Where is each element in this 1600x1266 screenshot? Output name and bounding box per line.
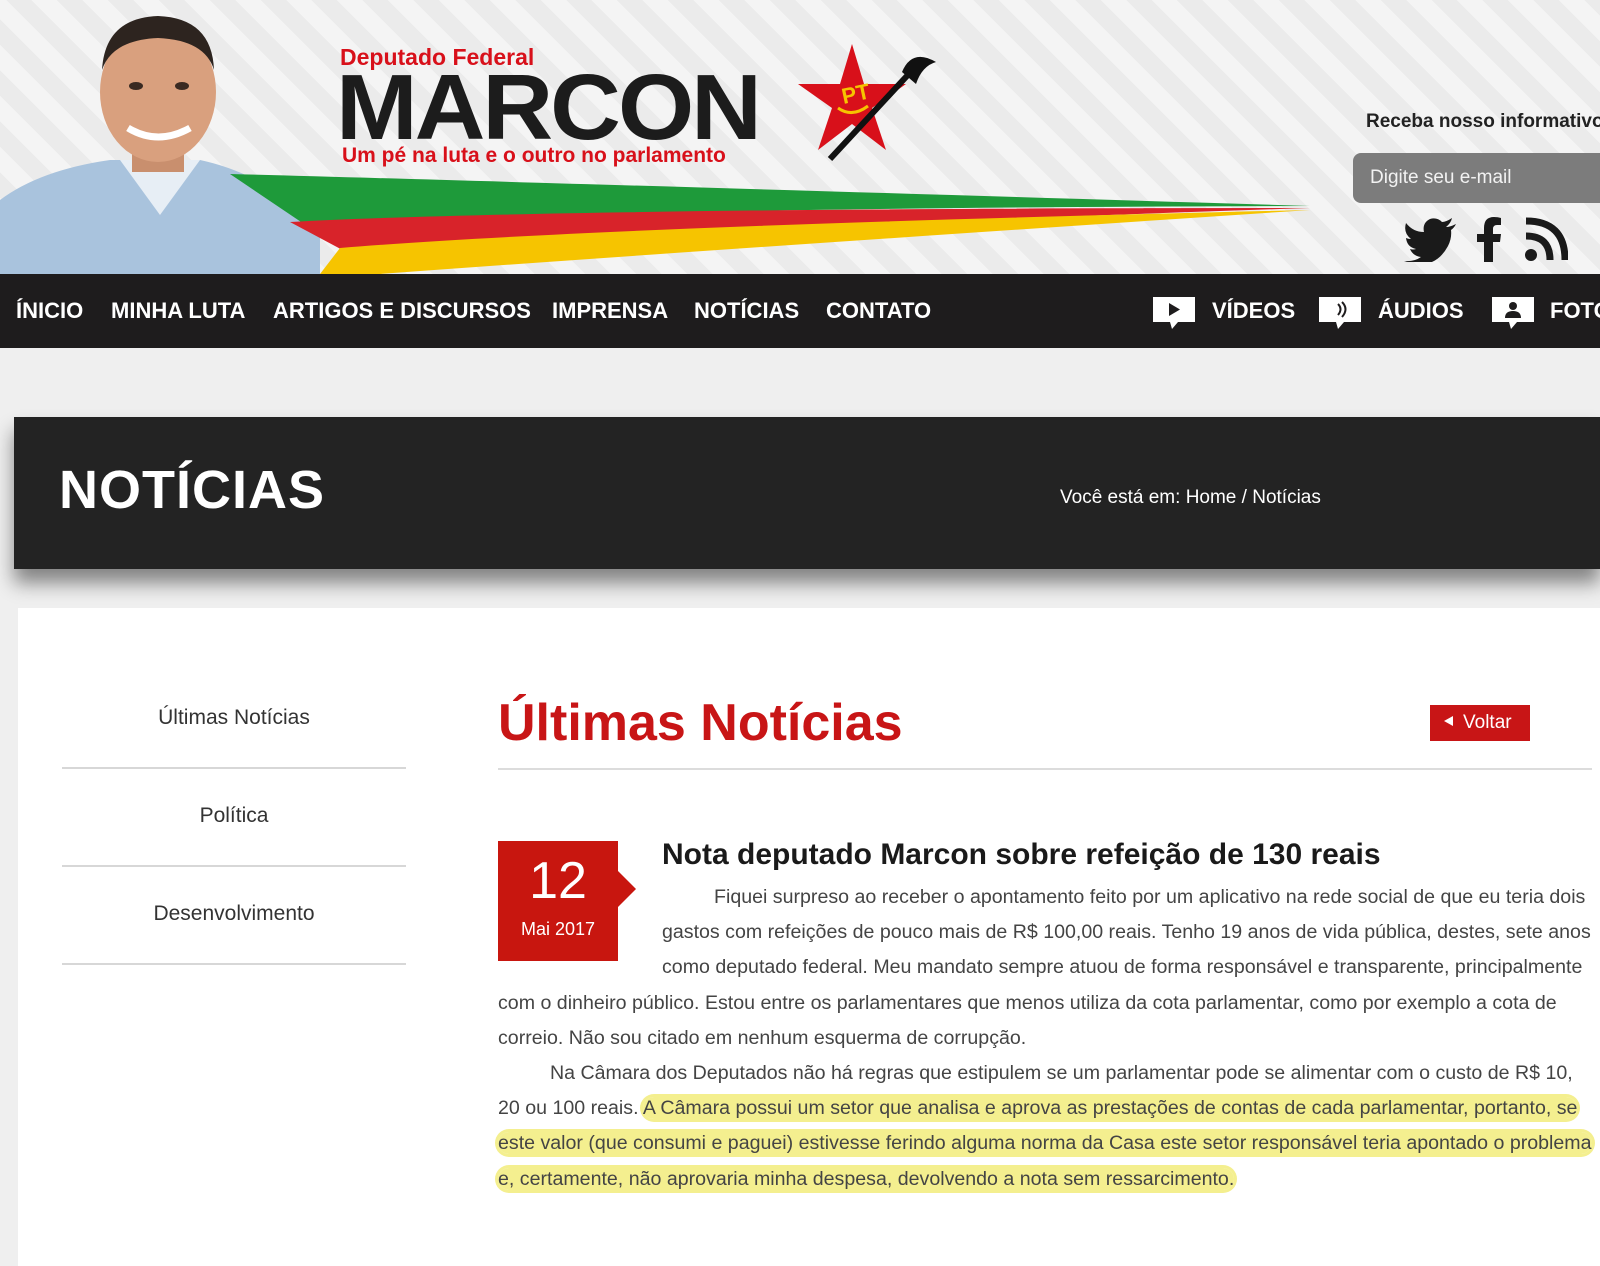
nav-item-inicio[interactable]: ÍNICIO <box>16 274 83 348</box>
sidebar-divider <box>62 963 406 965</box>
site-header: Deputado Federal MARCON Um pé na luta e … <box>0 0 1600 274</box>
nav-item-contato[interactable]: CONTATO <box>826 274 931 348</box>
article-highlighted-text: A Câmara possui um setor que analisa e a… <box>498 1097 1592 1190</box>
sidebar-item-desenvolvimento[interactable]: Desenvolvimento <box>62 902 406 926</box>
pt-star-icon: PT <box>798 44 936 162</box>
page-title-band: NOTÍCIAS Você está em: Home / Notícias <box>14 417 1600 569</box>
nav-item-videos[interactable]: VÍDEOS <box>1212 274 1295 348</box>
person-icon[interactable] <box>1491 296 1535 330</box>
sidebar-item-politica[interactable]: Política <box>62 804 406 828</box>
rss-icon[interactable] <box>1524 216 1568 262</box>
sidebar-divider <box>62 865 406 867</box>
facebook-icon[interactable] <box>1476 216 1502 262</box>
back-button[interactable]: Voltar <box>1430 705 1530 741</box>
section-heading: Últimas Notícias <box>498 694 903 752</box>
back-button-label: Voltar <box>1463 712 1512 733</box>
nav-item-noticias[interactable]: NOTÍCIAS <box>694 274 799 348</box>
article-paragraph: Fiquei surpreso ao receber o apontamento… <box>498 886 1591 1049</box>
breadcrumb-separator: / <box>1236 487 1253 508</box>
twitter-icon[interactable] <box>1404 216 1458 262</box>
logo-slogan: Um pé na luta e o outro no parlamento <box>342 144 726 167</box>
nav-item-imprensa[interactable]: IMPRENSA <box>552 274 668 348</box>
nav-item-minha-luta[interactable]: MINHA LUTA <box>111 274 245 348</box>
sidebar-item-ultimas-noticias[interactable]: Últimas Notícias <box>62 706 406 730</box>
breadcrumb-prefix: Você está em: <box>1060 487 1186 508</box>
speaker-icon[interactable] <box>1318 296 1362 330</box>
page: Deputado Federal MARCON Um pé na luta e … <box>0 0 1600 1266</box>
breadcrumb: Você está em: Home / Notícias <box>1060 487 1321 509</box>
nav-item-artigos[interactable]: ARTIGOS E DISCURSOS <box>273 274 531 348</box>
logo-name: MARCON <box>336 54 762 159</box>
article-body: Fiquei surpreso ao receber o apontamento… <box>498 880 1592 1197</box>
article-title[interactable]: Nota deputado Marcon sobre refeição de 1… <box>662 838 1381 872</box>
newsletter-label: Receba nosso informativo <box>1366 111 1600 132</box>
page-title: NOTÍCIAS <box>59 460 326 520</box>
main-nav: ÍNICIO MINHA LUTA ARTIGOS E DISCURSOS IM… <box>0 274 1600 348</box>
play-icon[interactable] <box>1152 296 1196 330</box>
article-paragraph: Na Câmara dos Deputados não há regras qu… <box>498 1056 1592 1197</box>
heading-divider <box>498 768 1592 770</box>
breadcrumb-home-link[interactable]: Home <box>1186 487 1237 508</box>
breadcrumb-current: Notícias <box>1252 487 1321 508</box>
newsletter-email-input[interactable] <box>1353 153 1600 203</box>
nav-item-fotos[interactable]: FOTOS <box>1550 274 1600 348</box>
back-arrow-icon <box>1444 716 1453 726</box>
content-area: Últimas Notícias Política Desenvolviment… <box>18 608 1600 1266</box>
sidebar-divider <box>62 767 406 769</box>
nav-item-audios[interactable]: ÁUDIOS <box>1378 274 1464 348</box>
flag-swoosh <box>230 174 1310 274</box>
